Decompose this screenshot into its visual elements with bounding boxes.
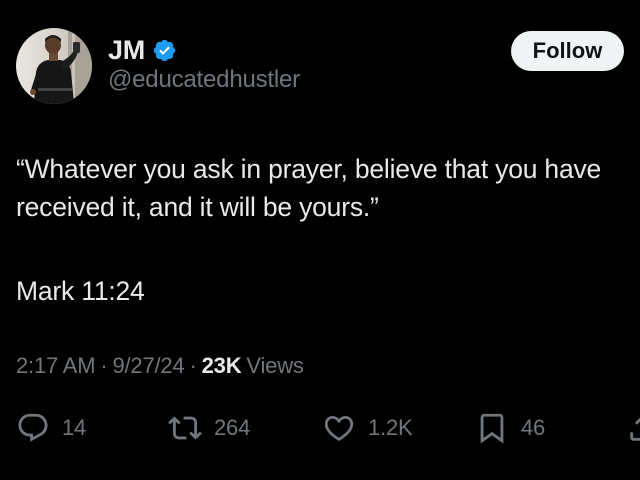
tweet-time[interactable]: 2:17 AM: [16, 353, 96, 379]
views-count: 23K: [201, 353, 242, 378]
bookmark-count: 46: [521, 415, 546, 440]
avatar[interactable]: [16, 28, 92, 104]
tweet-date[interactable]: 9/27/24: [112, 353, 184, 379]
meta-separator: ·: [100, 353, 108, 378]
reply-count: 14: [62, 415, 87, 440]
repost-icon: [168, 416, 202, 440]
heart-icon: [324, 415, 354, 441]
views-label: Views: [246, 353, 304, 378]
reply-button[interactable]: 14: [16, 408, 86, 448]
repost-count: 264: [214, 415, 251, 440]
share-icon: [630, 417, 640, 441]
verified-badge-icon: [153, 39, 176, 62]
tweet-text: “Whatever you ask in prayer, believe tha…: [16, 154, 602, 222]
reply-icon: [18, 413, 48, 442]
bookmark-icon: [480, 413, 504, 444]
like-count: 1.2K: [368, 415, 413, 440]
tweet-reference: Mark 11:24: [16, 276, 145, 306]
follow-button[interactable]: Follow: [511, 31, 624, 71]
author-name-row[interactable]: JM: [108, 32, 177, 68]
author-handle[interactable]: @educatedhustler: [108, 66, 300, 94]
tweet-detail: JM @educatedhustler Follow “Whatever you…: [0, 0, 640, 480]
bookmark-button[interactable]: 46: [475, 408, 545, 448]
like-button[interactable]: 1.2K: [322, 408, 413, 448]
repost-button[interactable]: 264: [168, 408, 250, 448]
action-bar: 14 264 1.2K 46: [0, 408, 640, 448]
tweet-meta: 2:17 AM · 9/27/24 · 23K Views: [16, 353, 304, 379]
display-name[interactable]: JM: [108, 35, 145, 66]
meta-separator: ·: [189, 353, 197, 378]
avatar-photo: [16, 28, 92, 104]
share-button[interactable]: [626, 408, 640, 448]
